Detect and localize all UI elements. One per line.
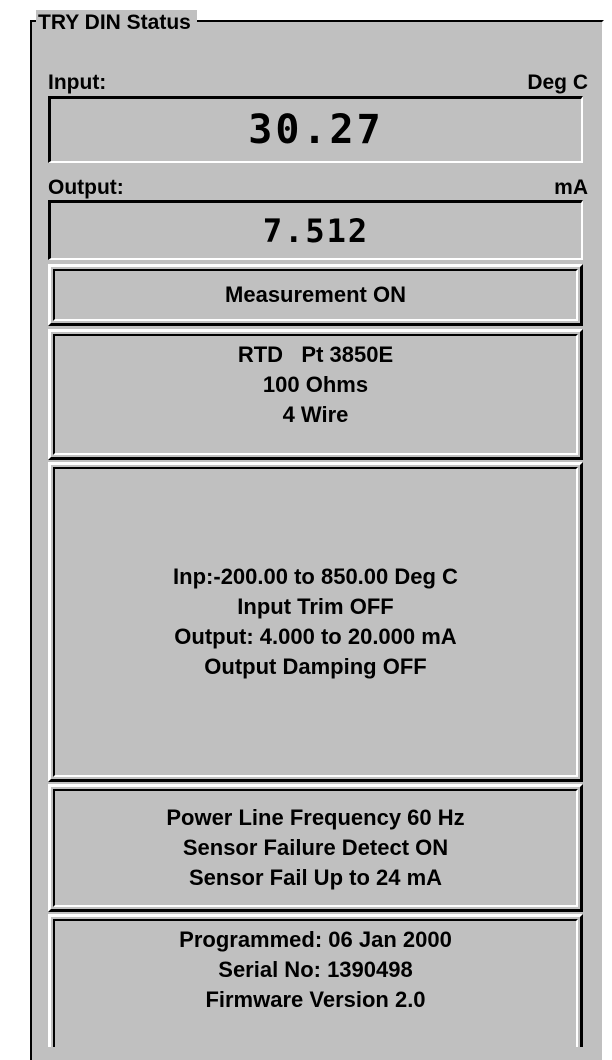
output-unit: mA xyxy=(554,176,588,199)
output-range: Output: 4.000 to 20.000 mA xyxy=(174,624,457,649)
sensor-panel: RTD Pt 3850E 100 Ohms 4 Wire xyxy=(48,329,583,460)
firmware-version: Firmware Version 2.0 xyxy=(205,987,426,1012)
sensor-wiring: 4 Wire xyxy=(282,402,349,427)
output-label-row: Output: mA xyxy=(48,175,588,201)
sensor-fail-direction: Sensor Fail Up to 24 mA xyxy=(188,865,443,890)
output-damping: Output Damping OFF xyxy=(204,654,427,679)
input-value: 30.27 xyxy=(248,107,384,153)
input-range: Inp:-200.00 to 850.00 Deg C xyxy=(173,564,458,589)
programmed-date: Programmed: 06 Jan 2000 xyxy=(179,927,452,952)
power-line-frequency: Power Line Frequency 60 Hz xyxy=(166,805,465,830)
input-label-row: Input: Deg C xyxy=(48,70,588,96)
sensor-failure-detect: Sensor Failure Detect ON xyxy=(182,835,449,860)
device-info-panel: Programmed: 06 Jan 2000 Serial No: 13904… xyxy=(48,914,583,1047)
output-label: Output: xyxy=(48,176,124,199)
output-value: 7.512 xyxy=(262,211,370,250)
input-trim: Input Trim OFF xyxy=(237,594,394,619)
input-value-field: 30.27 xyxy=(48,96,583,163)
serial-number: Serial No: 1390498 xyxy=(218,957,413,982)
sensor-type: RTD Pt 3850E xyxy=(237,342,394,367)
output-value-field: 7.512 xyxy=(48,200,583,260)
measurement-panel: Measurement ON xyxy=(48,264,583,326)
input-label: Input: xyxy=(48,71,107,94)
groupbox-title: TRY DIN Status xyxy=(36,10,197,36)
line-settings-panel: Power Line Frequency 60 Hz Sensor Failur… xyxy=(48,784,583,912)
input-unit: Deg C xyxy=(527,71,588,94)
measurement-status: Measurement ON xyxy=(225,282,406,307)
sensor-resistance: 100 Ohms xyxy=(262,372,369,397)
ranges-panel: Inp:-200.00 to 850.00 Deg C Input Trim O… xyxy=(48,462,583,782)
